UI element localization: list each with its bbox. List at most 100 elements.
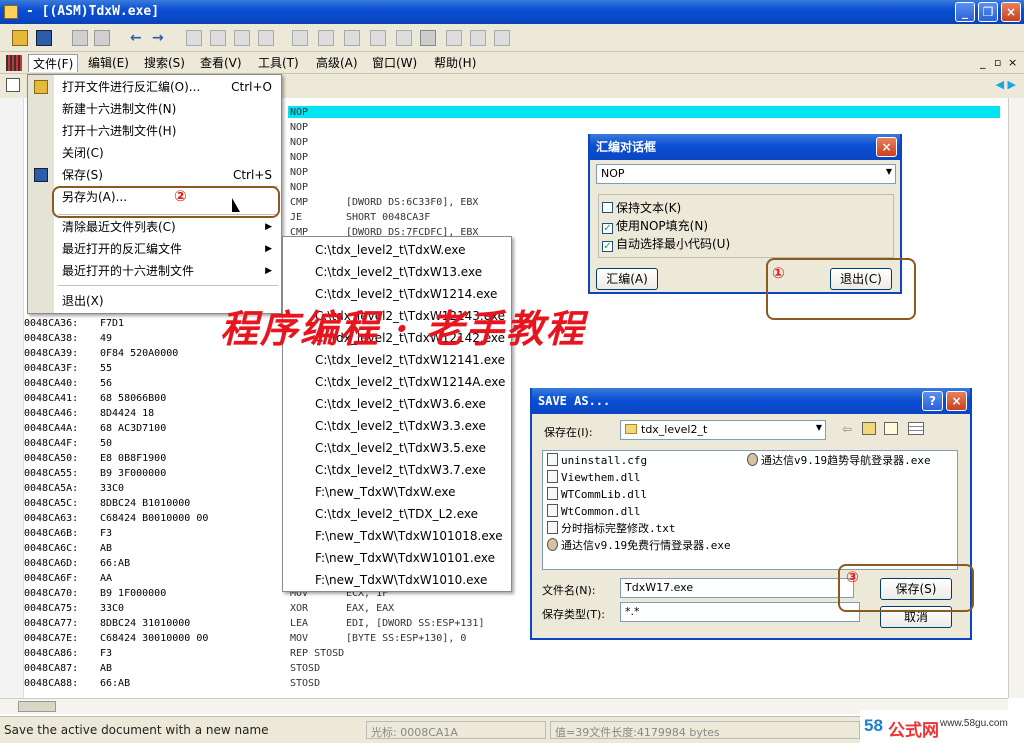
code-address: 0048CA6D: xyxy=(24,558,79,569)
tool-icon-9[interactable] xyxy=(396,30,412,46)
file-list[interactable]: uninstall.cfg Viewthem.dll WTCommLib.dll Wt… xyxy=(542,450,958,570)
checkbox-min-code[interactable]: ✓ 自动选择最小代码(U) xyxy=(602,236,730,252)
menu-tools[interactable]: 工具(T) xyxy=(254,54,303,72)
file-name: Viewthem.dll xyxy=(561,471,641,484)
code-address: 0048CA70: xyxy=(24,588,79,599)
horizontal-scrollbar[interactable] xyxy=(0,698,1008,714)
file-list-item[interactable]: WtCommon.dll xyxy=(547,504,640,520)
mdi-restore-button[interactable]: ▫ xyxy=(994,56,1001,69)
recent-file-item[interactable]: F:\new_TdxW\TdxW1010.exe xyxy=(315,569,487,591)
code-hex-bytes: 33C0 xyxy=(100,603,125,614)
file-list-item[interactable]: 通达信v9.19趋势导航登录器.exe xyxy=(747,453,931,469)
code-hex-bytes: 49 xyxy=(100,333,113,344)
scrollbar-thumb[interactable] xyxy=(18,701,56,712)
menu-item-new-hex[interactable]: 新建十六进制文件(N) xyxy=(62,99,278,119)
recent-file-item[interactable]: F:\new_TdxW\TdxW.exe xyxy=(315,481,455,503)
tool-icon-12[interactable] xyxy=(470,30,486,46)
recent-file-item[interactable]: C:\tdx_level2_t\TdxW3.7.exe xyxy=(315,459,486,481)
code-address: 0048CA4F: xyxy=(24,438,79,449)
assemble-button[interactable]: 汇编(A) xyxy=(596,268,658,290)
tool-icon-6[interactable] xyxy=(318,30,334,46)
recent-file-item[interactable]: C:\tdx_level2_t\TdxW3.5.exe xyxy=(315,437,486,459)
menu-help[interactable]: 帮助(H) xyxy=(430,54,480,72)
file-list-item[interactable]: WTCommLib.dll xyxy=(547,487,647,503)
assemble-dialog-close-button[interactable]: × xyxy=(876,137,897,157)
recent-file-item[interactable]: C:\tdx_level2_t\TdxW3.6.exe xyxy=(315,393,486,415)
list-icon[interactable] xyxy=(6,78,20,92)
vertical-scrollbar[interactable] xyxy=(1008,98,1024,698)
window-title: - [(ASM)TdxW.exe] xyxy=(26,4,160,19)
file-list-item[interactable]: 通达信v9.19免费行情登录器.exe xyxy=(547,538,731,554)
code-address: 0048CA5C: xyxy=(24,498,79,509)
tool-icon-1[interactable] xyxy=(186,30,202,46)
menu-item-recent-hex[interactable]: 最近打开的十六进制文件 ▶ xyxy=(62,261,278,281)
mdi-close-button[interactable]: × xyxy=(1008,56,1017,69)
recent-file-item[interactable]: C:\tdx_level2_t\TdxW.exe xyxy=(315,239,465,261)
submenu-arrow-icon: ▶ xyxy=(265,244,272,254)
menu-file[interactable]: 文件(F) xyxy=(28,54,79,72)
save-as-close-button[interactable]: × xyxy=(946,391,967,411)
open-icon[interactable] xyxy=(12,30,28,46)
new-folder-icon[interactable] xyxy=(884,422,898,435)
menu-window[interactable]: 窗口(W) xyxy=(368,54,421,72)
tool-icon-7[interactable] xyxy=(344,30,360,46)
minimize-button[interactable]: _ xyxy=(955,2,975,22)
forward-icon[interactable]: → xyxy=(152,30,168,46)
tool-icon-13[interactable] xyxy=(494,30,510,46)
recent-file-item[interactable]: C:\tdx_level2_t\TdxW1214A.exe xyxy=(315,371,505,393)
menu-edit[interactable]: 编辑(E) xyxy=(84,54,133,72)
up-folder-icon[interactable] xyxy=(862,422,876,435)
filename-input[interactable]: TdxW17.exe xyxy=(620,578,854,598)
recent-file-item[interactable]: F:\new_TdxW\TdxW10101.exe xyxy=(315,547,495,569)
exe-file-icon xyxy=(747,453,758,466)
back-arrow-icon[interactable]: ⇦ xyxy=(842,422,852,436)
save-in-combo[interactable]: tdx_level2_t ▼ xyxy=(620,420,826,440)
checkbox-keep-text[interactable]: 保持文本(K) xyxy=(602,200,681,216)
save-icon[interactable] xyxy=(36,30,52,46)
recent-file-item[interactable]: C:\tdx_level2_t\TDX_L2.exe xyxy=(315,503,478,525)
menu-item-open-hex[interactable]: 打开十六进制文件(H) xyxy=(62,121,278,141)
code-mnemonic: NOP xyxy=(290,152,309,163)
code-address: 0048CA86: xyxy=(24,648,79,659)
file-list-item[interactable]: Viewthem.dll xyxy=(547,470,640,486)
menu-item-recent-disasm[interactable]: 最近打开的反汇编文件 ▶ xyxy=(62,239,278,259)
close-button[interactable]: × xyxy=(1001,2,1021,22)
tool-icon-2[interactable] xyxy=(210,30,226,46)
menu-view[interactable]: 查看(V) xyxy=(196,54,246,72)
annotation-number-1: ① xyxy=(772,264,785,282)
recent-file-item[interactable]: C:\tdx_level2_t\TdxW3.3.exe xyxy=(315,415,486,437)
recent-file-item[interactable]: F:\new_TdxW\TdxW101018.exe xyxy=(315,525,503,547)
tool-icon-4[interactable] xyxy=(258,30,274,46)
back-icon[interactable]: ← xyxy=(130,30,146,46)
file-list-item[interactable]: 分时指标完整修改.txt xyxy=(547,521,676,537)
document-icon[interactable] xyxy=(6,55,22,71)
menu-item-open-disasm[interactable]: 打开文件进行反汇编(O)... Ctrl+O xyxy=(62,77,278,97)
help-button[interactable]: ? xyxy=(922,391,943,411)
menu-advanced[interactable]: 高级(A) xyxy=(312,54,362,72)
mdi-minimize-button[interactable]: _ xyxy=(980,56,986,69)
tool-icon-8[interactable] xyxy=(370,30,386,46)
checkbox-nop-fill[interactable]: ✓ 使用NOP填充(N) xyxy=(602,218,708,234)
menu-item-label: 关闭(C) xyxy=(62,146,104,160)
code-hex-bytes: 8DBC24 31010000 xyxy=(100,618,191,629)
menu-item-save[interactable]: 保存(S) Ctrl+S xyxy=(62,165,278,185)
file-list-item[interactable]: uninstall.cfg xyxy=(547,453,647,469)
paste-icon[interactable] xyxy=(94,30,110,46)
menu-item-clear-recent[interactable]: 清除最近文件列表(C) ▶ xyxy=(62,217,278,237)
menu-search[interactable]: 搜索(S) xyxy=(140,54,189,72)
scroll-arrows[interactable]: ◀ ▶ xyxy=(996,78,1016,91)
code-hex-bytes: F3 xyxy=(100,648,113,659)
recent-file-item[interactable]: C:\tdx_level2_t\TdxW13.exe xyxy=(315,261,482,283)
copy-icon[interactable] xyxy=(72,30,88,46)
tool-icon-3[interactable] xyxy=(234,30,250,46)
menu-item-close[interactable]: 关闭(C) xyxy=(62,143,278,163)
view-menu-icon[interactable] xyxy=(908,422,924,435)
tool-icon-10[interactable] xyxy=(420,30,436,46)
instruction-combo[interactable]: NOP ▼ xyxy=(596,164,896,184)
restore-button[interactable]: ❐ xyxy=(978,2,998,22)
tool-icon-5[interactable] xyxy=(292,30,308,46)
chevron-down-icon: ▼ xyxy=(815,423,822,432)
tool-icon-11[interactable] xyxy=(446,30,462,46)
filetype-combo[interactable]: *.* xyxy=(620,602,860,622)
code-address: 0048CA77: xyxy=(24,618,79,629)
